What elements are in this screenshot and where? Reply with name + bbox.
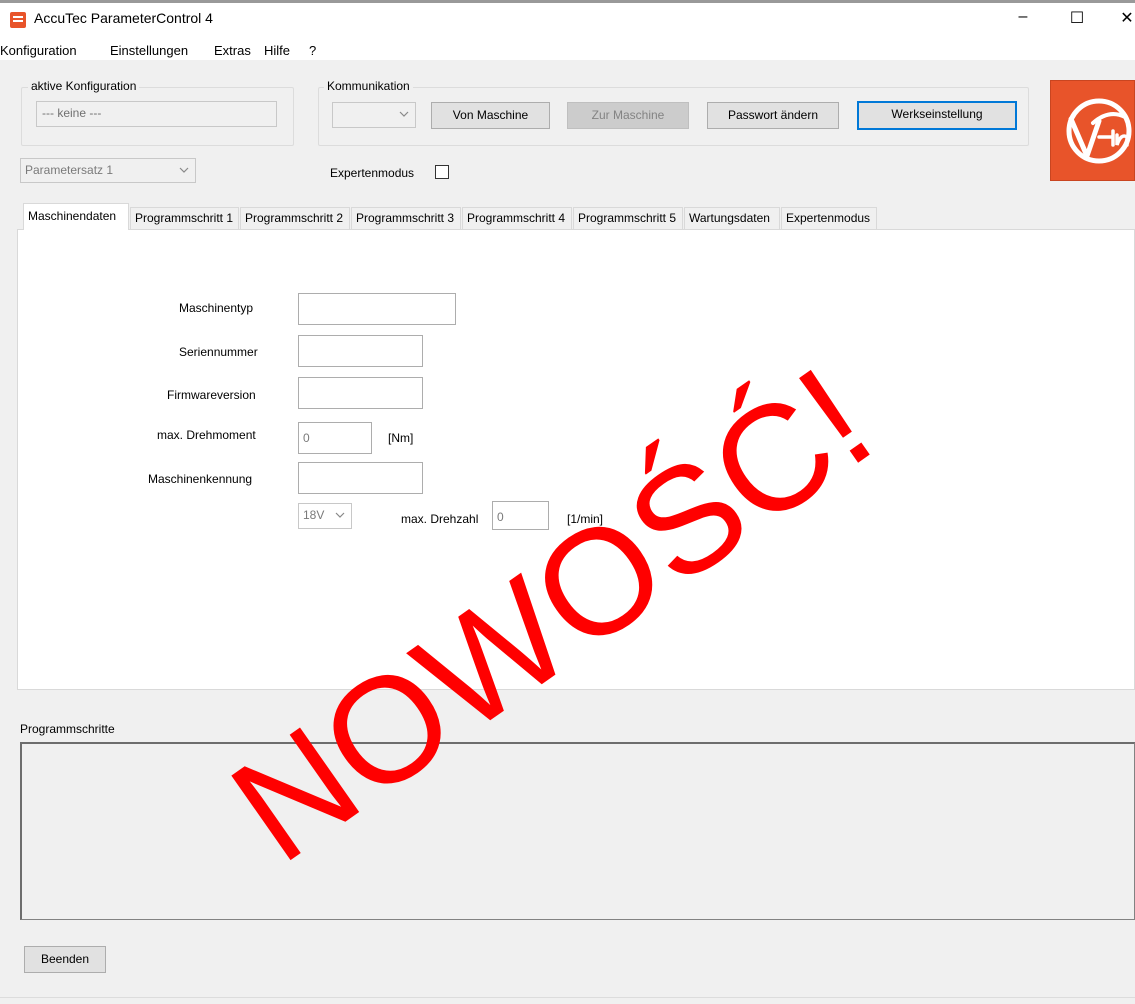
max-speed-value: 0 [497, 510, 504, 524]
expert-mode-label: Expertenmodus [330, 166, 415, 180]
status-bar [0, 997, 1135, 1004]
max-speed-input[interactable]: 0 [492, 501, 549, 530]
machine-id-input[interactable] [298, 462, 423, 494]
machine-type-input[interactable] [298, 293, 456, 325]
minimize-button[interactable]: – [1008, 8, 1038, 26]
tab-maschinendaten[interactable]: Maschinendaten [23, 203, 129, 230]
factory-settings-button[interactable]: Werkseinstellung [857, 101, 1017, 130]
speed-unit-label: [1/min] [567, 512, 604, 526]
communication-title: Kommunikation [324, 79, 413, 93]
to-machine-button[interactable]: Zur Maschine [567, 102, 689, 129]
voltage-combo[interactable]: 18V [298, 503, 352, 529]
program-steps-list[interactable] [20, 742, 1135, 920]
voltage-combo-value: 18V [303, 508, 325, 522]
tab-programmschritt-5[interactable]: Programmschritt 5 [573, 207, 683, 229]
tab-programmschritt-4[interactable]: Programmschritt 4 [462, 207, 572, 229]
chevron-down-icon [335, 512, 345, 518]
firmware-label: Firmwareversion [167, 388, 256, 402]
torque-unit-label: [Nm] [388, 431, 414, 445]
tab-wartungsdaten[interactable]: Wartungsdaten [684, 207, 780, 229]
tab-panel-maschinendaten [17, 229, 1135, 690]
expert-mode-checkbox[interactable] [435, 165, 449, 179]
close-button[interactable]: ✕ [1112, 8, 1135, 28]
menu-hilfe[interactable]: Hilfe [264, 43, 290, 58]
firmware-input[interactable] [298, 377, 423, 409]
active-config-title: aktive Konfiguration [28, 79, 140, 93]
max-torque-value: 0 [303, 431, 310, 445]
tab-expertenmodus[interactable]: Expertenmodus [781, 207, 877, 229]
menu-question[interactable]: ? [309, 43, 316, 58]
port-combo[interactable] [332, 102, 416, 128]
tab-programmschritt-3[interactable]: Programmschritt 3 [351, 207, 461, 229]
tab-programmschritt-2[interactable]: Programmschritt 2 [240, 207, 350, 229]
machine-type-label: Maschinentyp [179, 301, 254, 315]
max-speed-label: max. Drehzahl [401, 512, 479, 526]
exit-button[interactable]: Beenden [24, 946, 106, 973]
window-title: AccuTec ParameterControl 4 [34, 10, 213, 26]
change-password-button[interactable]: Passwort ändern [707, 102, 839, 129]
menu-einstellungen[interactable]: Einstellungen [110, 43, 188, 58]
paramset-combo[interactable]: Parametersatz 1 [20, 158, 196, 183]
serial-label: Seriennummer [179, 345, 258, 359]
max-torque-input[interactable]: 0 [298, 422, 372, 454]
app-icon [10, 12, 26, 28]
active-config-field: --- keine --- [36, 101, 277, 127]
from-machine-button[interactable]: Von Maschine [431, 102, 550, 129]
fein-logo-icon [1050, 80, 1135, 181]
paramset-combo-value: Parametersatz 1 [25, 163, 114, 177]
tab-programmschritt-1[interactable]: Programmschritt 1 [130, 207, 239, 229]
serial-input[interactable] [298, 335, 423, 367]
maximize-button[interactable]: ☐ [1062, 8, 1092, 28]
menu-extras[interactable]: Extras [214, 43, 251, 58]
menu-konfiguration[interactable]: Konfiguration [0, 43, 77, 58]
program-steps-title: Programmschritte [20, 722, 115, 736]
machine-id-label: Maschinenkennung [148, 472, 253, 486]
chevron-down-icon [179, 167, 189, 173]
fein-logo-mark [1066, 98, 1132, 164]
chevron-down-icon [399, 111, 409, 117]
max-torque-label: max. Drehmoment [157, 428, 256, 442]
